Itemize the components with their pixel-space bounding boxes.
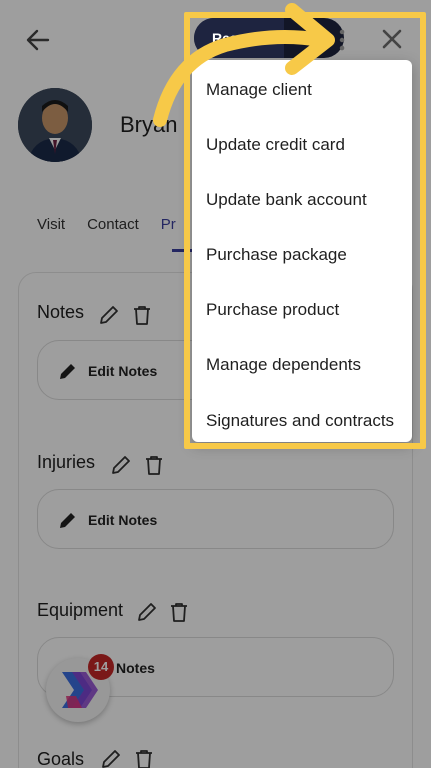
highlight-frame <box>184 12 426 449</box>
